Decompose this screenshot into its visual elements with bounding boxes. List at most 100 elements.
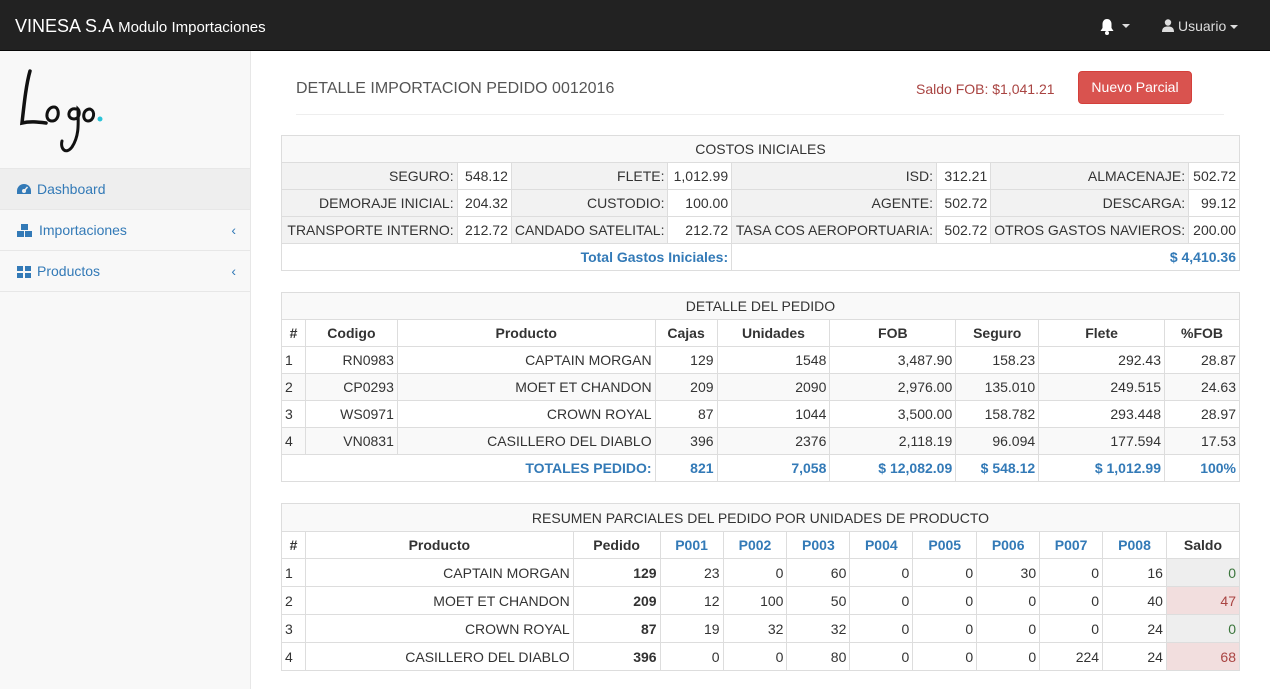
cost-value: 212.72 (667, 216, 733, 244)
flete-cell: 249.515 (1038, 373, 1165, 401)
user-icon (1162, 19, 1174, 32)
row-index-cell: 1 (281, 558, 306, 587)
cost-label: FLETE: (510, 162, 669, 190)
nuevo-parcial-button[interactable]: Nuevo Parcial (1078, 71, 1192, 104)
pct-fob-cell: 17.53 (1164, 427, 1240, 455)
p004-cell: 0 (849, 614, 914, 643)
notifications-dropdown[interactable] (1094, 14, 1138, 38)
grid-icon (17, 266, 31, 279)
row-index-cell: 4 (281, 642, 306, 671)
fob-cell: 2,976.00 (829, 373, 957, 401)
p001-cell: 23 (659, 558, 724, 587)
column-header: Producto (304, 531, 574, 559)
page-header: DETALLE IMPORTACION PEDIDO 0012016 Saldo… (296, 71, 1224, 115)
column-header: %FOB (1164, 319, 1240, 347)
table-row: 1 CAPTAIN MORGAN 129 23 0 60 0 0 30 0 16 0 (281, 558, 1241, 587)
p006-cell: 0 (976, 614, 1041, 643)
flete-cell: 177.594 (1038, 427, 1165, 455)
parcial-link-p002[interactable]: P002 (722, 531, 788, 559)
codigo-cell: WS0971 (304, 400, 398, 428)
pct-fob-cell: 28.87 (1164, 346, 1240, 374)
codigo-cell: VN0831 (304, 427, 398, 455)
pedido-cell: 129 (572, 558, 661, 587)
table-row: TRANSPORTE INTERNO: 212.72 CANDADO SATEL… (281, 216, 1240, 244)
brand-name: VINESA S.A (15, 16, 114, 36)
table-row: DEMORAJE INICIAL: 204.32 CUSTODIO: 100.0… (281, 189, 1240, 217)
totals-unidades: 7,058 (716, 454, 831, 482)
column-header: Cajas (654, 319, 718, 347)
p003-cell: 80 (786, 642, 851, 671)
column-header: FOB (829, 319, 957, 347)
table-caption: RESUMEN PARCIALES DEL PEDIDO POR UNIDADE… (281, 503, 1240, 532)
sidebar-item-label: Dashboard (37, 181, 106, 197)
chevron-down-icon (1122, 24, 1130, 28)
parcial-link-p006[interactable]: P006 (976, 531, 1041, 559)
column-header: # (281, 319, 306, 347)
parcial-link-p001[interactable]: P001 (659, 531, 724, 559)
p006-cell: 30 (976, 558, 1041, 587)
row-index-cell: 2 (281, 586, 306, 615)
p003-cell: 50 (786, 586, 851, 615)
p005-cell: 0 (912, 558, 978, 587)
p007-cell: 0 (1039, 586, 1104, 615)
parcial-link-p004[interactable]: P004 (849, 531, 914, 559)
detalle-pedido-table: DETALLE DEL PEDIDO # Codigo Producto Caj… (281, 292, 1240, 482)
producto-cell: CROWN ROYAL (304, 614, 574, 643)
p005-cell: 0 (912, 614, 978, 643)
cost-label: DESCARGA: (990, 189, 1190, 217)
table-row: 4 VN0831 CASILLERO DEL DIABLO 396 2376 2,118.… (281, 427, 1240, 455)
saldo-cell: 68 (1165, 642, 1241, 671)
page-title: DETALLE IMPORTACION PEDIDO 0012016 (296, 80, 615, 97)
producto-cell: MOET ET CHANDON (396, 373, 656, 401)
sidebar-item-importaciones[interactable]: Importaciones ‹ (0, 210, 250, 251)
row-index-cell: 4 (281, 427, 306, 455)
seguro-cell: 96.094 (955, 427, 1040, 455)
costos-iniciales-table: COSTOS INICIALES SEGURO: 548.12 FLETE: 1… (280, 135, 1240, 271)
cost-value: 312.21 (935, 162, 992, 190)
parcial-link-p008[interactable]: P008 (1102, 531, 1167, 559)
producto-cell: CAPTAIN MORGAN (304, 558, 574, 587)
cost-value: 548.12 (456, 162, 512, 190)
table-row: 1 RN0983 CAPTAIN MORGAN 129 1548 3,487.90 158.… (281, 346, 1240, 374)
table-row: 2 MOET ET CHANDON 209 12 100 50 0 0 0 0 40 47 (281, 586, 1241, 615)
producto-cell: CASILLERO DEL DIABLO (304, 642, 574, 671)
sidebar-item-productos[interactable]: Productos ‹ (0, 251, 250, 292)
cost-value: 502.72 (935, 216, 992, 244)
fob-cell: 3,487.90 (829, 346, 957, 374)
table-header: # Producto Pedido P001 P002 P003 P004 P0… (281, 531, 1241, 559)
cost-label: CUSTODIO: (510, 189, 669, 217)
parcial-link-p005[interactable]: P005 (912, 531, 978, 559)
sidebar-item-dashboard[interactable]: Dashboard (0, 169, 250, 210)
sidebar-item-label: Productos (37, 263, 101, 279)
cajas-cell: 396 (654, 427, 718, 455)
cost-label: CANDADO SATELITAL: (510, 216, 669, 244)
column-header: Pedido (572, 531, 661, 559)
pct-fob-cell: 28.97 (1164, 400, 1240, 428)
pedido-cell: 87 (572, 614, 661, 643)
codigo-cell: CP0293 (304, 373, 398, 401)
parcial-link-p003[interactable]: P003 (786, 531, 851, 559)
seguro-cell: 135.010 (955, 373, 1040, 401)
totals-pct: 100% (1164, 454, 1240, 482)
producto-cell: CASILLERO DEL DIABLO (396, 427, 656, 455)
p002-cell: 100 (722, 586, 788, 615)
p006-cell: 0 (976, 642, 1041, 671)
pct-fob-cell: 24.63 (1164, 373, 1240, 401)
p001-cell: 12 (659, 586, 724, 615)
p007-cell: 0 (1039, 558, 1104, 587)
parcial-link-p007[interactable]: P007 (1039, 531, 1104, 559)
codigo-cell: RN0983 (304, 346, 398, 374)
totals-seguro: $ 548.12 (955, 454, 1040, 482)
table-row: 2 CP0293 MOET ET CHANDON 209 2090 2,976.00 135… (281, 373, 1240, 401)
producto-cell: CAPTAIN MORGAN (396, 346, 656, 374)
table-row: 4 CASILLERO DEL DIABLO 396 0 0 80 0 0 0 224 24 68 (281, 642, 1241, 671)
totals-row: TOTALES PEDIDO: 821 7,058 $ 12,082.09 $ … (281, 454, 1240, 482)
user-dropdown[interactable]: Usuario (1162, 14, 1254, 38)
p004-cell: 0 (849, 558, 914, 587)
p008-cell: 24 (1102, 642, 1167, 671)
table-caption: DETALLE DEL PEDIDO (281, 292, 1240, 320)
cost-value: 100.00 (667, 189, 733, 217)
column-header: Flete (1038, 319, 1165, 347)
cost-label: AGENTE: (731, 189, 937, 217)
brand[interactable]: VINESA S.A Modulo Importaciones (15, 15, 266, 39)
